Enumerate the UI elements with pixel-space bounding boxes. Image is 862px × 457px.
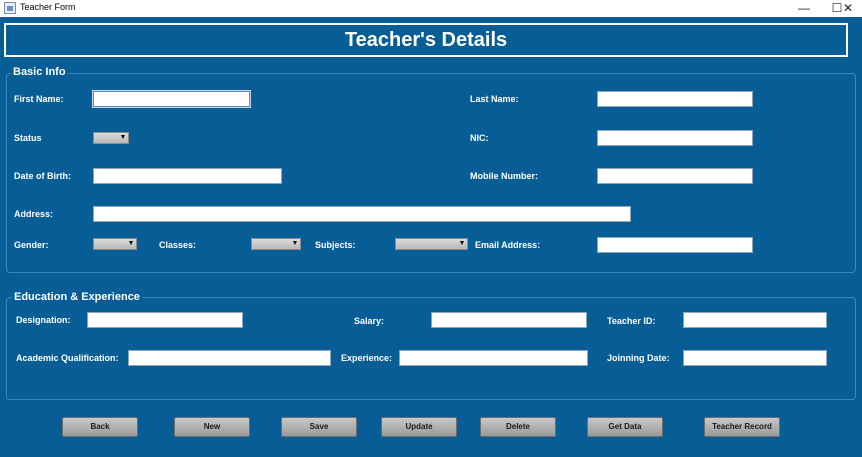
email-input[interactable]	[597, 237, 753, 253]
experience-input[interactable]	[399, 350, 588, 366]
address-input[interactable]	[93, 206, 631, 222]
delete-button[interactable]: Delete	[480, 417, 556, 437]
mobile-input[interactable]	[597, 168, 753, 184]
qualification-input[interactable]	[128, 350, 331, 366]
salary-label: Salary:	[354, 316, 385, 326]
salary-input[interactable]	[431, 312, 587, 328]
subjects-label: Subjects:	[315, 240, 356, 250]
designation-input[interactable]	[87, 312, 243, 328]
experience-label: Experience:	[341, 353, 393, 363]
teacher-record-button[interactable]: Teacher Record	[704, 417, 780, 437]
last-name-input[interactable]	[597, 91, 753, 107]
page-title: Teacher's Details	[344, 28, 508, 51]
dob-input[interactable]	[93, 168, 282, 184]
dropdown-arrow-icon: ▼	[119, 134, 127, 141]
form-content: Teacher's Details Basic Info First Name:…	[0, 17, 862, 457]
close-button[interactable]: ✕	[834, 0, 862, 17]
header-banner: Teacher's Details	[4, 23, 848, 57]
designation-label: Designation:	[16, 315, 71, 325]
first-name-label: First Name:	[14, 94, 64, 104]
classes-select[interactable]: ▼	[251, 238, 301, 250]
status-select[interactable]: ▼	[93, 132, 129, 144]
teacher-id-input[interactable]	[683, 312, 827, 328]
back-button[interactable]: Back	[62, 417, 138, 437]
last-name-label: Last Name:	[470, 94, 519, 104]
nic-label: NIC:	[470, 133, 489, 143]
joining-date-label: Joinning Date:	[607, 353, 670, 363]
qualification-label: Academic Qualification:	[16, 353, 119, 363]
mobile-label: Mobile Number:	[470, 171, 539, 181]
minimize-button[interactable]: —	[790, 0, 818, 17]
gender-label: Gender:	[14, 240, 49, 250]
joining-date-input[interactable]	[683, 350, 827, 366]
status-label: Status	[14, 133, 42, 143]
get-data-button[interactable]: Get Data	[587, 417, 663, 437]
gender-select[interactable]: ▼	[93, 238, 137, 250]
window-titlebar: Teacher Form — ☐ ✕	[0, 0, 862, 17]
address-label: Address:	[14, 209, 54, 219]
education-legend: Education & Experience	[12, 291, 142, 303]
dropdown-arrow-icon: ▼	[127, 240, 135, 247]
dob-label: Date of Birth:	[14, 171, 71, 181]
subjects-select[interactable]: ▼	[395, 238, 468, 250]
dropdown-arrow-icon: ▼	[291, 240, 299, 247]
dropdown-arrow-icon: ▼	[458, 240, 466, 247]
new-button[interactable]: New	[174, 417, 250, 437]
email-label: Email Address:	[475, 240, 541, 250]
basic-info-legend: Basic Info	[11, 66, 68, 78]
nic-input[interactable]	[597, 130, 753, 146]
window-title: Teacher Form	[20, 2, 76, 12]
update-button[interactable]: Update	[381, 417, 457, 437]
save-button[interactable]: Save	[281, 417, 357, 437]
java-app-icon	[4, 2, 16, 14]
classes-label: Classes:	[159, 240, 197, 250]
teacher-id-label: Teacher ID:	[607, 316, 656, 326]
first-name-input[interactable]	[93, 91, 250, 107]
